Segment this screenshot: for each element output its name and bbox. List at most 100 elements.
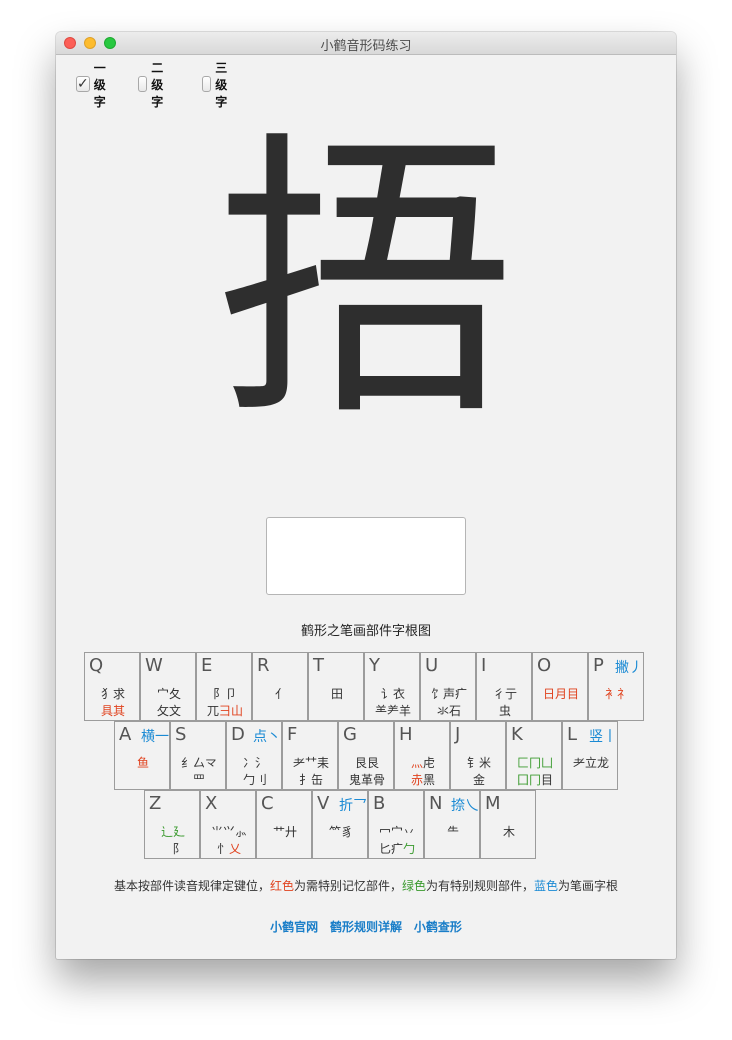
key-roots-line-1: 艮艮: [339, 754, 395, 771]
key-roots-line-1: 冫氵: [227, 754, 283, 771]
key-root-segment: 其: [113, 704, 126, 718]
key-s: S 纟厶龴罒: [170, 721, 226, 790]
key-root-segment: ⺮豸: [328, 825, 353, 839]
key-letter: H: [399, 724, 413, 745]
key-letter: Y: [369, 655, 380, 676]
key-roots-line-1: 阝卩: [197, 685, 253, 702]
key-root-segment: 目: [541, 773, 554, 787]
key-roots-line-1: 灬虍: [395, 754, 451, 771]
key-root-segment: 彐山: [219, 704, 244, 718]
key-root-segment: 囗冂: [516, 773, 541, 787]
key-roots-line-1: 讠衣: [365, 685, 421, 702]
level-3-checkbox[interactable]: [202, 76, 212, 92]
key-z: Z 辶廴⻏: [144, 790, 200, 859]
key-root-segment: 冫氵: [242, 756, 267, 770]
key-root-segment: 虍: [423, 756, 436, 770]
key-letter: U: [425, 655, 439, 676]
key-root-segment: 罒: [192, 773, 205, 787]
key-roots-line-2: 囗冂目: [507, 771, 563, 788]
key-stroke-root: 竖丨: [589, 729, 617, 745]
key-letter: L: [567, 724, 578, 745]
key-root-segment: 金: [472, 773, 485, 787]
level-2-option[interactable]: 二级字: [138, 61, 170, 109]
key-roots-line-1: 亻: [253, 685, 309, 702]
key-x: X ⺌⺍⺗ 忄乂: [200, 790, 256, 859]
key-roots-line-2: ⺎彐山: [197, 702, 253, 719]
key-e: E 阝卩 ⺎彐山: [196, 652, 252, 721]
key-root-segment: ⺎: [206, 704, 219, 718]
key-root-segment: 田: [330, 687, 343, 701]
key-r: R亻: [252, 652, 308, 721]
legend-red: 红色: [269, 879, 294, 893]
key-root-segment: ⻏: [166, 842, 179, 856]
app-window: 小鹤音形码练习 ✓ 一级字 二级字 三级字 捂 鹤形之笔画部件字根图 Q 犭求 具其…: [56, 32, 676, 959]
key-o: O 日月目: [532, 652, 588, 721]
key-root-segment: 具: [100, 704, 113, 718]
key-roots-line-1: 纟厶龴: [171, 754, 227, 771]
key-root-segment: 扌缶: [298, 773, 323, 787]
footer-links: 小鹤官网 鹤形规则详解 小鹤查形: [56, 918, 676, 935]
level-2-checkbox[interactable]: [138, 76, 148, 92]
key-root-segment: ⺹⺿耒: [292, 756, 329, 770]
key-letter: S: [175, 724, 187, 745]
key-root-segment: 耂立龙: [572, 756, 609, 770]
level-1-option[interactable]: ✓ 一级字: [76, 61, 108, 109]
title-bar[interactable]: 小鹤音形码练习: [56, 32, 676, 55]
key-roots-line-2: 罒: [171, 771, 227, 788]
key-roots-line-1: 犭求: [85, 685, 141, 702]
key-root-segment: 犭求: [100, 687, 125, 701]
key-letter: C: [261, 793, 274, 814]
key-letter: P: [593, 655, 604, 676]
key-roots-line-1: 辶廴: [145, 823, 201, 840]
key-v: V 折乛 ⺮豸: [312, 790, 368, 859]
color-legend: 基本按部件读音规律定键位，红色为需特别记忆部件，绿色为有特别规则部件，蓝色为笔画…: [56, 877, 676, 894]
window-title: 小鹤音形码练习: [320, 39, 412, 54]
official-site-link[interactable]: 小鹤官网: [270, 920, 318, 934]
key-root-segment: 钅米: [466, 756, 491, 770]
key-u: U 饣声疒 氺石: [420, 652, 476, 721]
level-3-option[interactable]: 三级字: [202, 61, 234, 109]
key-roots-line-1: 饣声疒: [421, 685, 477, 702]
key-roots-line-1: ⺌⺍⺗: [201, 823, 257, 840]
answer-input[interactable]: [266, 517, 466, 595]
key-roots-line-1: 艹廾: [257, 823, 313, 840]
legend-text-3: 为有特别规则部件，: [426, 879, 535, 893]
key-letter: N: [429, 793, 443, 814]
key-root-segment: 忄: [216, 842, 229, 856]
key-w: W 宀夂 攵文: [140, 652, 196, 721]
key-letter: D: [231, 724, 245, 745]
key-letter: A: [119, 724, 132, 745]
key-stroke-root: 横一: [141, 729, 169, 745]
lookup-link[interactable]: 小鹤查形: [414, 920, 462, 934]
key-roots-line-2: 金: [451, 771, 507, 788]
legend-green: 绿色: [401, 879, 426, 893]
key-t: T田: [308, 652, 364, 721]
key-root-segment: 勹刂: [242, 773, 267, 787]
key-root-segment: 日月目: [542, 687, 579, 701]
key-root-segment: 攵文: [156, 704, 181, 718]
level-1-checkbox[interactable]: ✓: [76, 76, 90, 92]
key-root-segment: 灬: [410, 756, 423, 770]
key-q: Q 犭求 具其: [84, 652, 140, 721]
rules-detail-link[interactable]: 鹤形规则详解: [330, 920, 402, 934]
key-root-segment: ⺧: [446, 825, 459, 839]
level-2-label: 二级字: [151, 60, 164, 109]
key-root-segment: 匕疒: [378, 842, 403, 856]
key-root-segment: 彳亍: [492, 687, 517, 701]
key-letter: M: [485, 793, 501, 814]
key-roots-line-2: 具其: [85, 702, 141, 719]
key-roots-line-1: 钅米: [451, 754, 507, 771]
key-roots-line-2: 勹刂: [227, 771, 283, 788]
key-root-segment: 鱼: [136, 756, 149, 770]
key-letter: G: [343, 724, 357, 745]
key-roots-line-2: 忄乂: [201, 840, 257, 857]
legend-text-4: 为笔画字根: [558, 879, 619, 893]
key-root-segment: 阝卩: [212, 687, 237, 701]
key-stroke-root: 捺乀: [451, 798, 479, 814]
key-roots-line-1: 宀夂: [141, 685, 197, 702]
key-root-segment: 饣声疒: [430, 687, 467, 701]
legend-text-1: 基本按部件读音规律定键位，: [113, 879, 270, 893]
key-root-segment: 纟厶龴: [180, 756, 217, 770]
key-roots-line-1: 冖宀丷: [369, 823, 425, 840]
key-h: H 灬虍 赤黑: [394, 721, 450, 790]
